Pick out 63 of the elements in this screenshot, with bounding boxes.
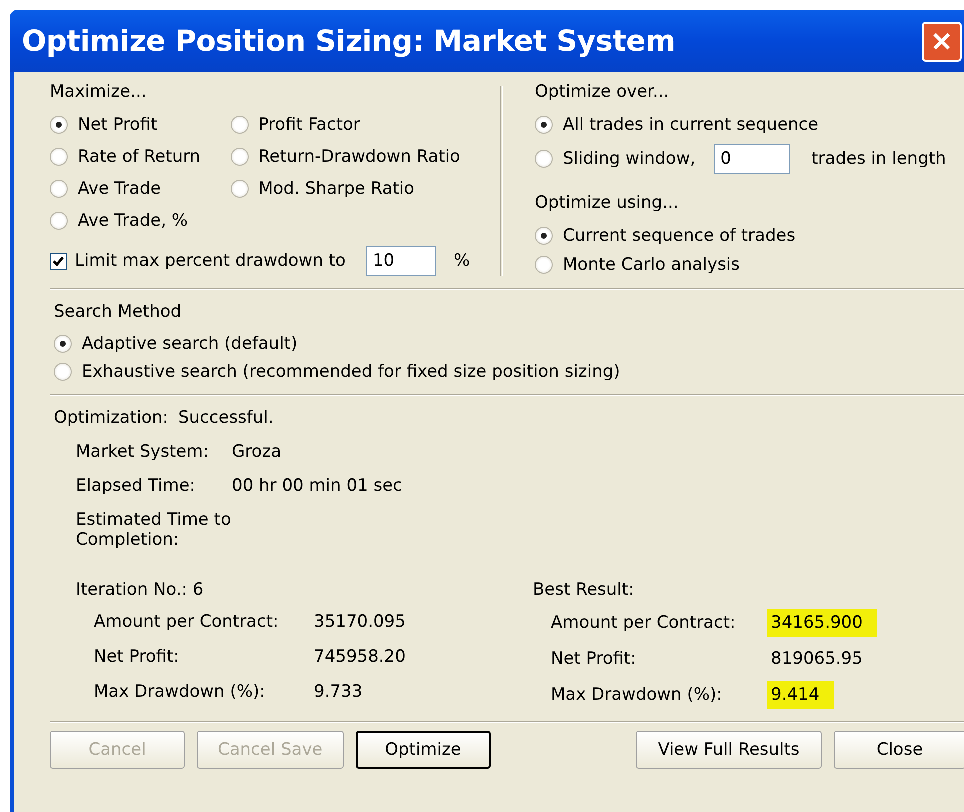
status-value: Successful. bbox=[178, 408, 274, 428]
radio-button[interactable] bbox=[50, 212, 68, 230]
result-label: Amount per Contract: bbox=[94, 612, 280, 632]
info-value: Groza bbox=[232, 442, 282, 462]
option-label: Profit Factor bbox=[258, 115, 360, 135]
info-label: Estimated Time to Completion: bbox=[76, 510, 232, 550]
result-label: Net Profit: bbox=[94, 647, 180, 667]
radio-button[interactable] bbox=[50, 116, 68, 134]
result-label: Amount per Contract: bbox=[551, 613, 737, 633]
radio-button[interactable] bbox=[535, 116, 553, 134]
radio-button[interactable] bbox=[50, 148, 68, 166]
dialog-button[interactable]: Optimize bbox=[356, 731, 491, 769]
option-label: All trades in current sequence bbox=[563, 115, 819, 135]
radio-button[interactable] bbox=[54, 335, 72, 353]
info-label: Elapsed Time: bbox=[76, 476, 197, 496]
option-label: Ave Trade, % bbox=[78, 211, 188, 231]
best-result-label: Best Result: bbox=[533, 580, 634, 600]
status-label: Optimization: bbox=[54, 408, 168, 428]
info-value: 00 hr 00 min 01 sec bbox=[232, 476, 402, 496]
radio-button[interactable] bbox=[230, 148, 249, 166]
suffix-label: trades in length bbox=[812, 149, 946, 169]
option-label: Adaptive search (default) bbox=[82, 334, 298, 354]
close-button[interactable]: ✕ bbox=[922, 22, 962, 62]
radio-button[interactable] bbox=[535, 227, 553, 245]
radio-button[interactable] bbox=[230, 180, 249, 198]
option-label: Rate of Return bbox=[78, 147, 201, 167]
option-label: Return-Drawdown Ratio bbox=[258, 147, 460, 167]
radio-button[interactable] bbox=[230, 116, 249, 134]
option-label: Mod. Sharpe Ratio bbox=[258, 179, 415, 199]
result-value: 9.733 bbox=[313, 681, 364, 704]
result-value: 34165.900 bbox=[767, 609, 877, 637]
option-label: Ave Trade bbox=[78, 179, 162, 199]
window-title: Optimize Position Sizing: Market System bbox=[22, 24, 676, 58]
result-value: 9.414 bbox=[767, 681, 834, 709]
info-label: Market System: bbox=[76, 442, 210, 462]
iteration-label: Iteration No.: bbox=[76, 580, 188, 600]
group-label: Optimize using... bbox=[535, 193, 680, 213]
option-label: Net Profit bbox=[78, 115, 158, 135]
result-value: 35170.095 bbox=[313, 611, 407, 634]
input-field[interactable]: 10 bbox=[366, 246, 436, 276]
result-label: Net Profit: bbox=[551, 649, 638, 669]
result-label: Max Drawdown (%): bbox=[551, 685, 724, 705]
result-label: Max Drawdown (%): bbox=[94, 682, 266, 702]
unit-label: % bbox=[454, 251, 470, 271]
option-label: Current sequence of trades bbox=[563, 226, 796, 246]
group-label: Search Method bbox=[54, 302, 183, 322]
group-label: Optimize over... bbox=[535, 82, 670, 102]
radio-button[interactable] bbox=[535, 256, 553, 274]
group-label: Maximize... bbox=[50, 82, 148, 102]
input-field[interactable]: 0 bbox=[714, 144, 790, 174]
dialog-button[interactable]: View Full Results bbox=[636, 731, 822, 769]
checkbox[interactable] bbox=[50, 252, 67, 270]
result-value: 819065.95 bbox=[770, 648, 864, 671]
option-label: Exhaustive search (recommended for fixed size position sizing) bbox=[82, 362, 620, 382]
dialog-button[interactable]: Close bbox=[834, 731, 964, 769]
radio-button[interactable] bbox=[535, 150, 553, 168]
option-label: Sliding window, bbox=[563, 149, 696, 169]
checkbox-label: Limit max percent drawdown to bbox=[75, 251, 346, 271]
iteration-value: 6 bbox=[192, 580, 204, 600]
result-value: 745958.20 bbox=[313, 646, 407, 669]
option-label: Monte Carlo analysis bbox=[563, 255, 740, 275]
radio-button[interactable] bbox=[54, 363, 72, 381]
radio-button[interactable] bbox=[50, 180, 68, 198]
